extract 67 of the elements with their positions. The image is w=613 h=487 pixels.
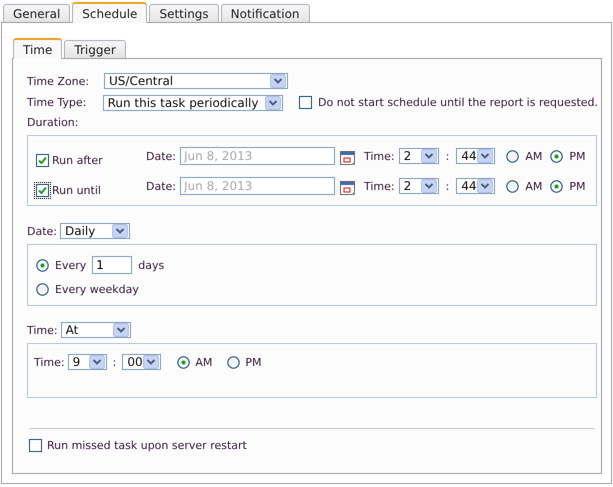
- tab[interactable]: Settings: [149, 4, 219, 22]
- radio-label: PM: [569, 180, 586, 192]
- radio-button[interactable]: [36, 258, 49, 272]
- dropdown[interactable]: 2: [398, 148, 439, 164]
- calendar-icon[interactable]: [340, 150, 356, 166]
- dropdown[interactable]: At: [60, 322, 131, 338]
- checkbox-label: Do not start schedule until the report is requested.: [318, 96, 598, 109]
- radio-button[interactable]: [36, 282, 49, 296]
- checkbox[interactable]: [297, 94, 314, 111]
- radio-label: Every weekday: [55, 282, 139, 296]
- radio-label: PM: [245, 356, 262, 368]
- dropdown[interactable]: Daily: [60, 223, 130, 239]
- field-label: Time:: [364, 150, 395, 162]
- radio-label: Every: [55, 258, 86, 272]
- unit-label: days: [138, 258, 164, 272]
- dropdown[interactable]: US/Central: [104, 73, 288, 89]
- field-label: Time:: [34, 356, 65, 368]
- radio-button[interactable]: [506, 180, 520, 192]
- radio-label: AM: [525, 150, 542, 162]
- dropdown[interactable]: 44: [456, 178, 496, 194]
- radio-label: AM: [195, 356, 212, 368]
- caret-icon: [420, 149, 437, 163]
- caret-icon: [143, 355, 160, 369]
- caret-icon: [270, 74, 286, 88]
- field-label: Date:: [146, 150, 176, 162]
- caret-icon: [477, 179, 494, 193]
- checkbox-label: Run missed task upon server restart: [47, 439, 247, 452]
- checkbox-label: Run until: [52, 184, 101, 196]
- dropdown[interactable]: 2: [398, 178, 439, 194]
- field-label: Time:: [27, 324, 58, 336]
- dropdown[interactable]: 9: [68, 354, 107, 370]
- dropdown[interactable]: 00: [122, 354, 162, 370]
- caret-icon: [112, 224, 128, 238]
- field-label: Date:: [27, 224, 57, 238]
- field-label: Time Zone:: [27, 74, 90, 88]
- section-label: Duration:: [27, 116, 80, 129]
- radio-button[interactable]: [227, 356, 240, 368]
- input-field[interactable]: 1: [92, 256, 132, 274]
- radio-button[interactable]: [177, 356, 190, 368]
- checkbox[interactable]: [34, 152, 51, 168]
- tab[interactable]: General: [3, 4, 70, 22]
- caret-icon: [265, 96, 282, 110]
- caret-icon: [477, 149, 494, 163]
- caret-icon: [88, 355, 105, 369]
- checkbox[interactable]: [27, 437, 44, 454]
- field-label: Time:: [364, 180, 395, 192]
- field-label: Date:: [146, 180, 176, 192]
- checkbox[interactable]: [34, 182, 51, 198]
- dropdown[interactable]: Run this task periodically: [102, 94, 284, 110]
- separator: :: [112, 356, 116, 368]
- calendar-icon[interactable]: [340, 180, 356, 196]
- radio-button[interactable]: [550, 150, 564, 162]
- dropdown[interactable]: 44: [456, 148, 496, 164]
- field-label: Time Type:: [27, 96, 88, 109]
- radio-button[interactable]: [506, 150, 520, 162]
- separator: :: [446, 150, 450, 162]
- radio-label: PM: [569, 150, 586, 162]
- radio-label: AM: [525, 180, 542, 192]
- radio-button[interactable]: [550, 180, 564, 192]
- caret-icon: [420, 179, 437, 193]
- caret-icon: [112, 323, 129, 337]
- tab[interactable]: Trigger: [64, 40, 126, 58]
- tab[interactable]: Time: [13, 38, 62, 59]
- separator: :: [446, 180, 450, 192]
- checkbox-label: Run after: [52, 154, 103, 166]
- tab[interactable]: Schedule: [72, 2, 148, 23]
- tab[interactable]: Notification: [220, 4, 310, 22]
